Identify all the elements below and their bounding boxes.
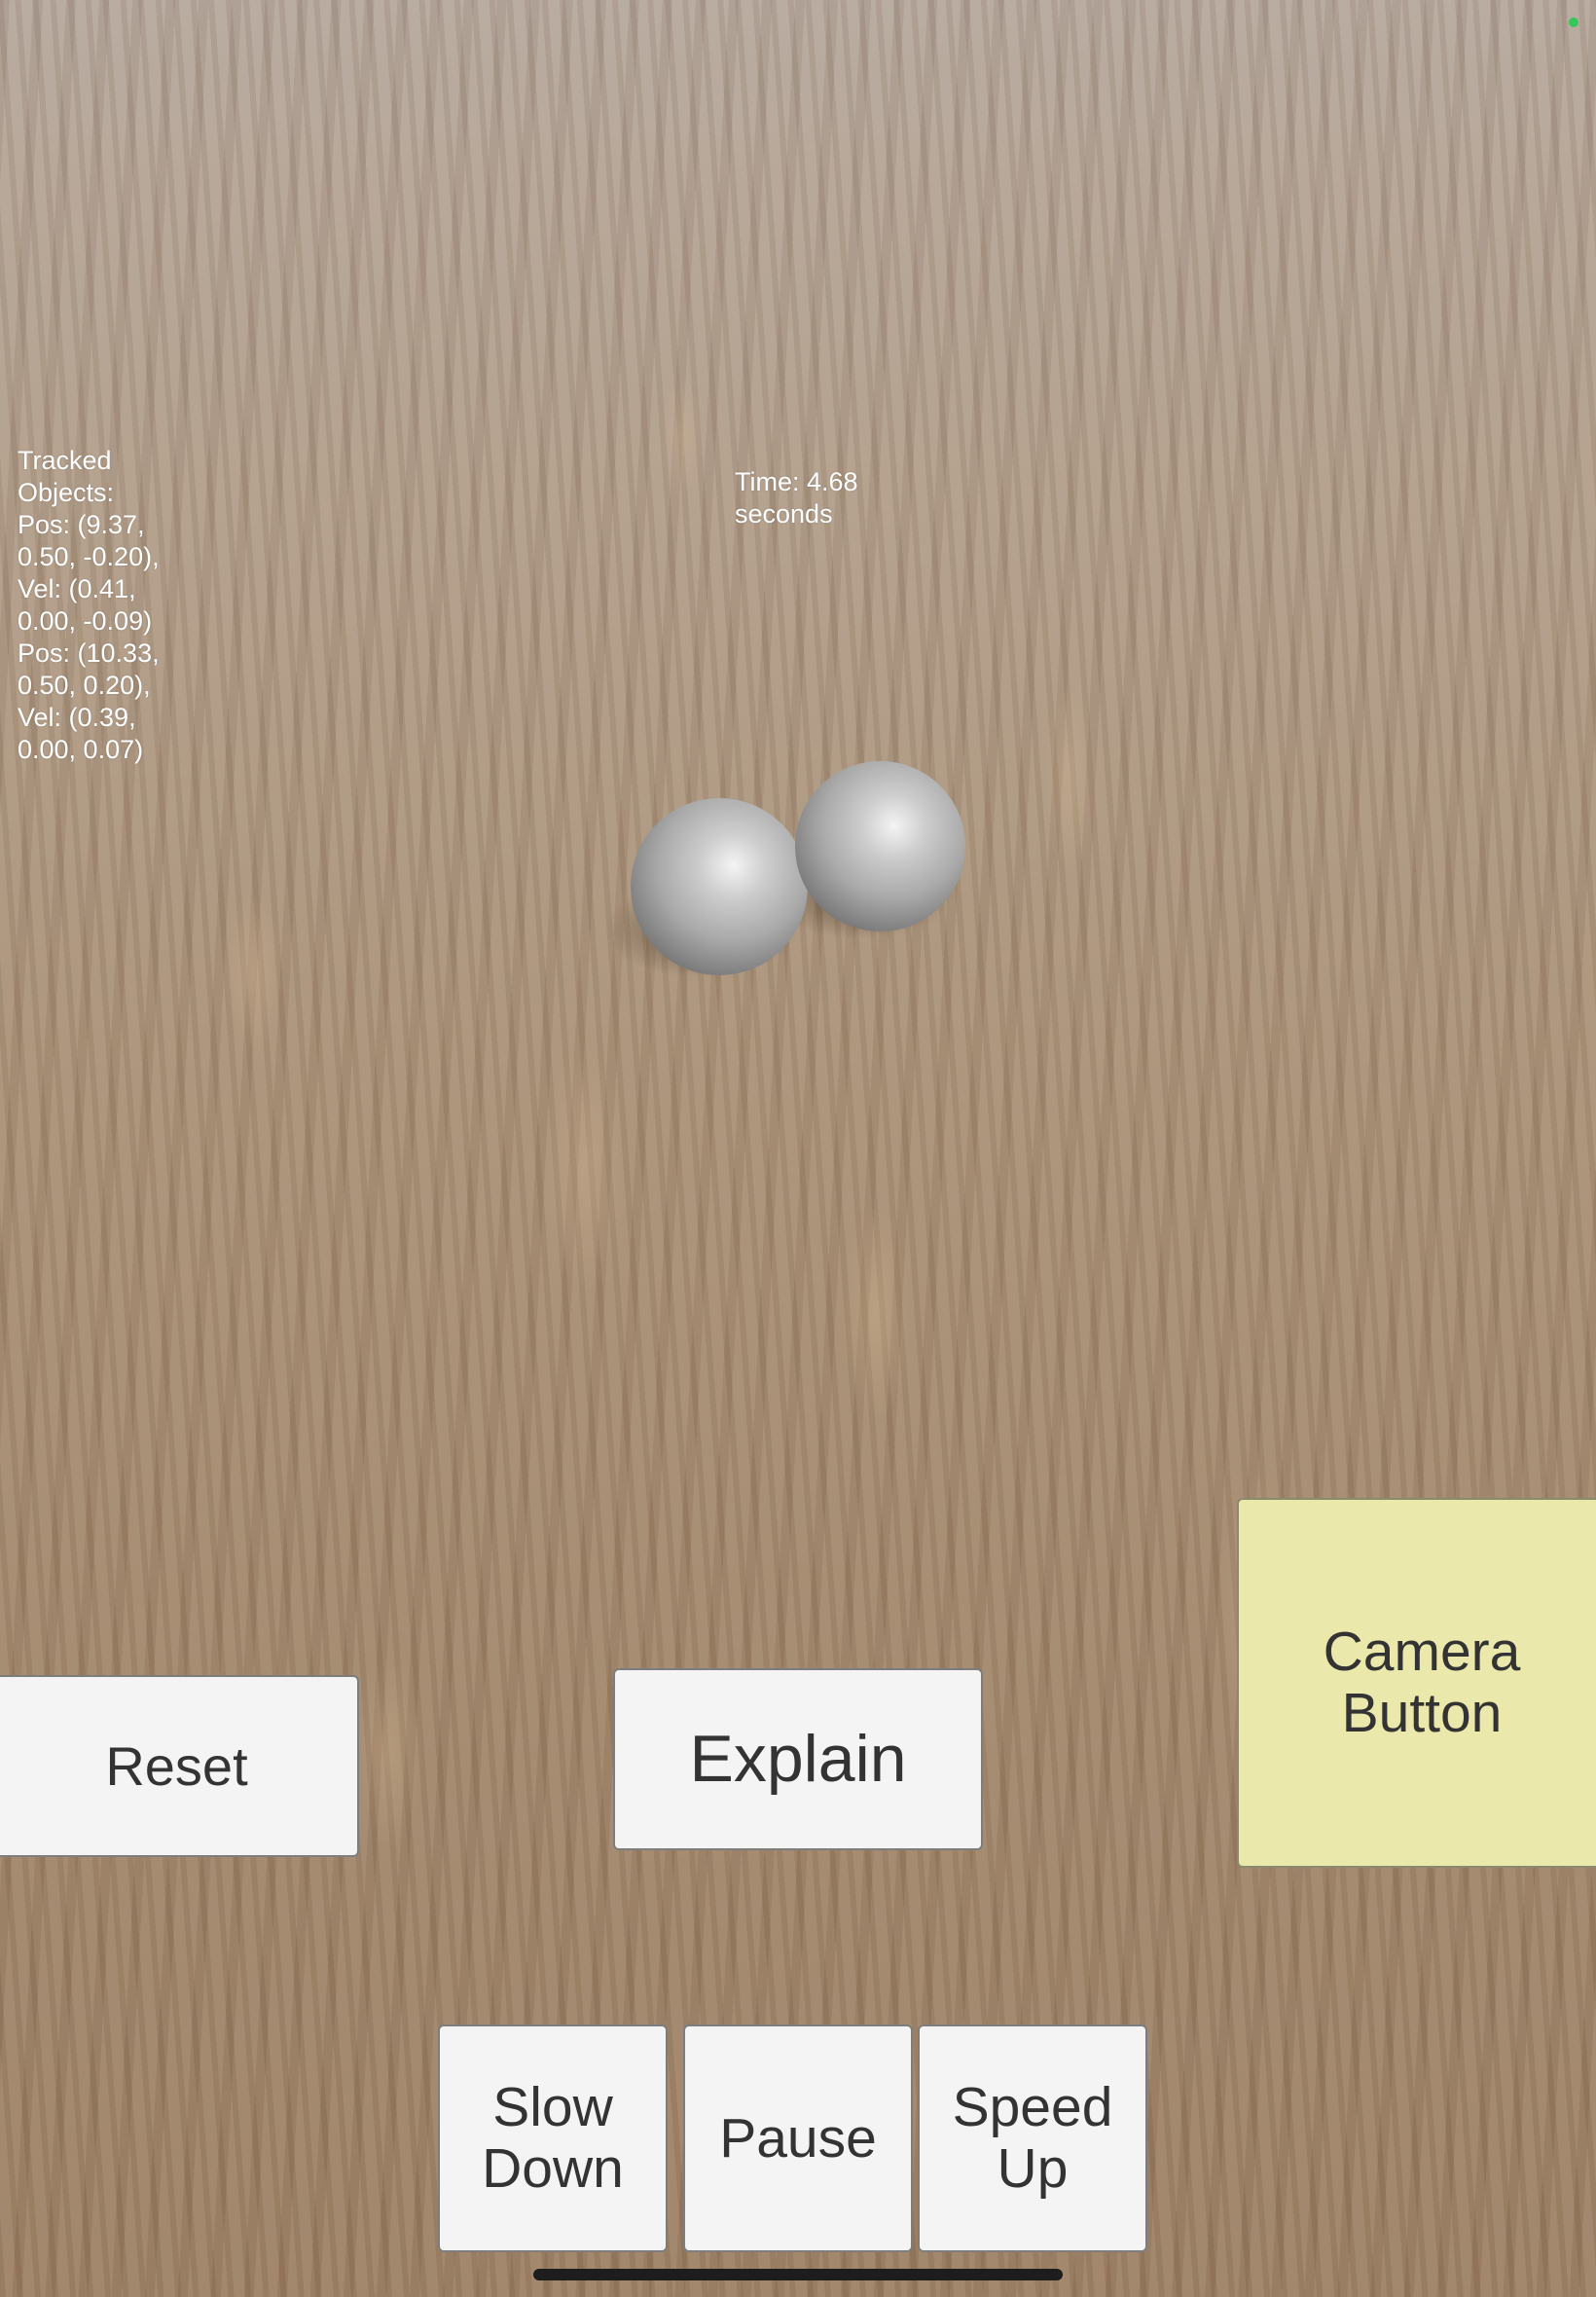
- tracked-line: Pos: (10.33,: [18, 638, 160, 668]
- status-indicator-dot: [1569, 18, 1578, 27]
- explain-button[interactable]: Explain: [613, 1668, 983, 1850]
- camera-label-line: Camera: [1323, 1621, 1521, 1684]
- slow-down-label-line: Down: [482, 2137, 624, 2200]
- wood-grain-texture: [0, 0, 1596, 2297]
- pause-label: Pause: [719, 2106, 877, 2169]
- timer-line: seconds: [735, 499, 833, 529]
- slow-down-label-line: Slow: [492, 2076, 613, 2139]
- reset-button[interactable]: Reset: [0, 1675, 359, 1857]
- speed-up-label-line: Speed: [952, 2076, 1113, 2139]
- tracked-line: 0.00, -0.09): [18, 606, 153, 636]
- reset-label: Reset: [105, 1734, 248, 1797]
- tracked-line: 0.00, 0.07): [18, 735, 144, 764]
- home-indicator[interactable]: [533, 2269, 1063, 2280]
- tracked-line: Vel: (0.39,: [18, 703, 136, 732]
- timer-line: Time: 4.68: [735, 467, 858, 496]
- speed-up-button[interactable]: Speed Up: [918, 2024, 1147, 2252]
- tracked-line: 0.50, -0.20),: [18, 542, 160, 571]
- tracked-line: Vel: (0.41,: [18, 574, 136, 603]
- tracked-line: 0.50, 0.20),: [18, 671, 151, 700]
- slow-down-button[interactable]: Slow Down: [438, 2024, 668, 2252]
- tracked-objects-readout: Tracked Objects: Pos: (9.37, 0.50, -0.20…: [18, 445, 183, 766]
- sphere-ball-1: [631, 798, 808, 975]
- sphere-ball-2: [795, 761, 965, 931]
- simulation-timer: Time: 4.68 seconds: [735, 466, 890, 530]
- wood-floor-scene: [0, 0, 1596, 2297]
- tracked-line: Tracked: [18, 446, 112, 475]
- explain-label: Explain: [689, 1722, 907, 1797]
- tracked-line: Objects:: [18, 478, 115, 507]
- camera-button[interactable]: Camera Button: [1237, 1498, 1596, 1868]
- camera-label-line: Button: [1341, 1682, 1503, 1744]
- speed-up-label-line: Up: [997, 2137, 1069, 2200]
- tracked-line: Pos: (9.37,: [18, 510, 145, 539]
- pause-button[interactable]: Pause: [683, 2024, 913, 2252]
